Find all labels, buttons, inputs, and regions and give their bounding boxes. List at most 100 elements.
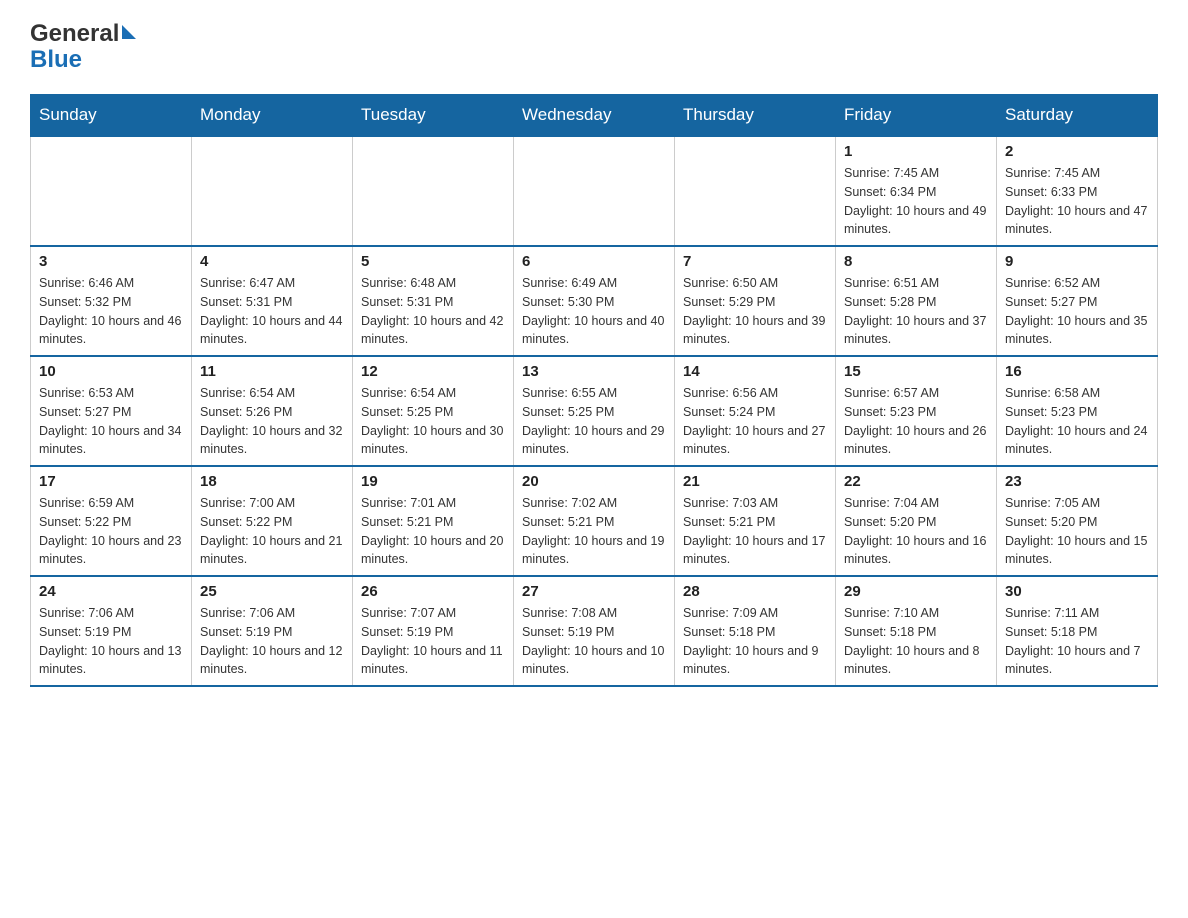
calendar-week-row: 24 Sunrise: 7:06 AMSunset: 5:19 PMDayligh… [31,576,1158,686]
calendar-cell: 10 Sunrise: 6:53 AMSunset: 5:27 PMDayligh… [31,356,192,466]
calendar-week-row: 10 Sunrise: 6:53 AMSunset: 5:27 PMDayligh… [31,356,1158,466]
day-of-week-header: Sunday [31,95,192,137]
calendar-cell: 15 Sunrise: 6:57 AMSunset: 5:23 PMDayligh… [836,356,997,466]
calendar-cell: 14Sunrise: 6:56 AMSunset: 5:24 PMDayligh… [675,356,836,466]
day-number: 23 [1005,473,1149,490]
day-number: 16 [1005,363,1149,380]
day-info: Sunrise: 6:58 AMSunset: 5:23 PMDaylight:… [1005,384,1149,459]
day-number: 6 [522,253,666,270]
day-number: 2 [1005,143,1149,160]
day-number: 12 [361,363,505,380]
day-of-week-header: Thursday [675,95,836,137]
day-number: 24 [39,583,183,600]
day-info: Sunrise: 7:09 AMSunset: 5:18 PMDaylight:… [683,604,827,679]
day-of-week-header: Monday [192,95,353,137]
day-number: 10 [39,363,183,380]
calendar-cell: 11Sunrise: 6:54 AMSunset: 5:26 PMDayligh… [192,356,353,466]
day-number: 19 [361,473,505,490]
calendar-cell [514,136,675,246]
calendar-cell: 8 Sunrise: 6:51 AMSunset: 5:28 PMDaylight… [836,246,997,356]
calendar-cell: 1 Sunrise: 7:45 AMSunset: 6:34 PMDaylight… [836,136,997,246]
day-info: Sunrise: 7:05 AMSunset: 5:20 PMDaylight:… [1005,494,1149,569]
day-info: Sunrise: 6:49 AMSunset: 5:30 PMDaylight:… [522,274,666,349]
day-of-week-header: Saturday [997,95,1158,137]
calendar-cell: 25 Sunrise: 7:06 AMSunset: 5:19 PMDayligh… [192,576,353,686]
day-number: 28 [683,583,827,600]
calendar-cell: 17 Sunrise: 6:59 AMSunset: 5:22 PMDayligh… [31,466,192,576]
calendar-cell: 5 Sunrise: 6:48 AMSunset: 5:31 PMDaylight… [353,246,514,356]
calendar-cell: 21 Sunrise: 7:03 AMSunset: 5:21 PMDayligh… [675,466,836,576]
calendar-cell: 19 Sunrise: 7:01 AMSunset: 5:21 PMDayligh… [353,466,514,576]
day-number: 15 [844,363,988,380]
day-info: Sunrise: 7:08 AMSunset: 5:19 PMDaylight:… [522,604,666,679]
day-info: Sunrise: 7:11 AMSunset: 5:18 PMDaylight:… [1005,604,1149,679]
day-number: 26 [361,583,505,600]
day-info: Sunrise: 6:57 AMSunset: 5:23 PMDaylight:… [844,384,988,459]
logo: General Blue [30,20,136,74]
day-number: 25 [200,583,344,600]
calendar-cell: 3 Sunrise: 6:46 AMSunset: 5:32 PMDaylight… [31,246,192,356]
day-info: Sunrise: 6:54 AMSunset: 5:25 PMDaylight:… [361,384,505,459]
day-info: Sunrise: 6:51 AMSunset: 5:28 PMDaylight:… [844,274,988,349]
day-number: 21 [683,473,827,490]
day-info: Sunrise: 6:47 AMSunset: 5:31 PMDaylight:… [200,274,344,349]
calendar-cell: 29Sunrise: 7:10 AMSunset: 5:18 PMDayligh… [836,576,997,686]
day-number: 29 [844,583,988,600]
calendar-cell: 12 Sunrise: 6:54 AMSunset: 5:25 PMDayligh… [353,356,514,466]
logo-arrow-icon [122,25,136,39]
day-number: 13 [522,363,666,380]
calendar-cell [31,136,192,246]
calendar-cell: 13 Sunrise: 6:55 AMSunset: 5:25 PMDayligh… [514,356,675,466]
day-info: Sunrise: 7:07 AMSunset: 5:19 PMDaylight:… [361,604,505,679]
day-number: 7 [683,253,827,270]
calendar-cell: 20Sunrise: 7:02 AMSunset: 5:21 PMDayligh… [514,466,675,576]
day-number: 8 [844,253,988,270]
calendar-week-row: 17 Sunrise: 6:59 AMSunset: 5:22 PMDayligh… [31,466,1158,576]
day-number: 14 [683,363,827,380]
day-number: 5 [361,253,505,270]
calendar-cell: 30 Sunrise: 7:11 AMSunset: 5:18 PMDayligh… [997,576,1158,686]
day-of-week-header: Tuesday [353,95,514,137]
logo-general-text: General [30,20,119,48]
day-of-week-header: Wednesday [514,95,675,137]
calendar-cell: 9 Sunrise: 6:52 AMSunset: 5:27 PMDaylight… [997,246,1158,356]
calendar-cell: 24 Sunrise: 7:06 AMSunset: 5:19 PMDayligh… [31,576,192,686]
calendar-cell [675,136,836,246]
day-number: 4 [200,253,344,270]
page-header: General Blue [30,20,1158,74]
day-info: Sunrise: 6:52 AMSunset: 5:27 PMDaylight:… [1005,274,1149,349]
calendar-cell: 26 Sunrise: 7:07 AMSunset: 5:19 PMDayligh… [353,576,514,686]
day-number: 1 [844,143,988,160]
day-number: 3 [39,253,183,270]
day-info: Sunrise: 7:03 AMSunset: 5:21 PMDaylight:… [683,494,827,569]
logo-blue-text: Blue [30,46,82,74]
day-number: 17 [39,473,183,490]
calendar-cell: 2Sunrise: 7:45 AMSunset: 6:33 PMDaylight… [997,136,1158,246]
day-info: Sunrise: 7:01 AMSunset: 5:21 PMDaylight:… [361,494,505,569]
day-info: Sunrise: 6:55 AMSunset: 5:25 PMDaylight:… [522,384,666,459]
day-info: Sunrise: 7:06 AMSunset: 5:19 PMDaylight:… [200,604,344,679]
calendar-table: SundayMondayTuesdayWednesdayThursdayFrid… [30,94,1158,687]
day-info: Sunrise: 7:06 AMSunset: 5:19 PMDaylight:… [39,604,183,679]
day-number: 27 [522,583,666,600]
calendar-cell [353,136,514,246]
calendar-cell: 16 Sunrise: 6:58 AMSunset: 5:23 PMDayligh… [997,356,1158,466]
day-info: Sunrise: 6:53 AMSunset: 5:27 PMDaylight:… [39,384,183,459]
day-info: Sunrise: 6:59 AMSunset: 5:22 PMDaylight:… [39,494,183,569]
calendar-week-row: 1 Sunrise: 7:45 AMSunset: 6:34 PMDaylight… [31,136,1158,246]
day-number: 9 [1005,253,1149,270]
calendar-cell: 22Sunrise: 7:04 AMSunset: 5:20 PMDayligh… [836,466,997,576]
day-info: Sunrise: 7:04 AMSunset: 5:20 PMDaylight:… [844,494,988,569]
calendar-cell: 23 Sunrise: 7:05 AMSunset: 5:20 PMDayligh… [997,466,1158,576]
day-info: Sunrise: 7:02 AMSunset: 5:21 PMDaylight:… [522,494,666,569]
day-info: Sunrise: 6:46 AMSunset: 5:32 PMDaylight:… [39,274,183,349]
calendar-cell: 27 Sunrise: 7:08 AMSunset: 5:19 PMDayligh… [514,576,675,686]
day-info: Sunrise: 7:45 AMSunset: 6:34 PMDaylight:… [844,164,988,239]
calendar-cell: 4 Sunrise: 6:47 AMSunset: 5:31 PMDaylight… [192,246,353,356]
calendar-cell: 7Sunrise: 6:50 AMSunset: 5:29 PMDaylight… [675,246,836,356]
day-info: Sunrise: 6:48 AMSunset: 5:31 PMDaylight:… [361,274,505,349]
day-number: 30 [1005,583,1149,600]
day-number: 11 [200,363,344,380]
calendar-cell: 6 Sunrise: 6:49 AMSunset: 5:30 PMDaylight… [514,246,675,356]
day-number: 18 [200,473,344,490]
